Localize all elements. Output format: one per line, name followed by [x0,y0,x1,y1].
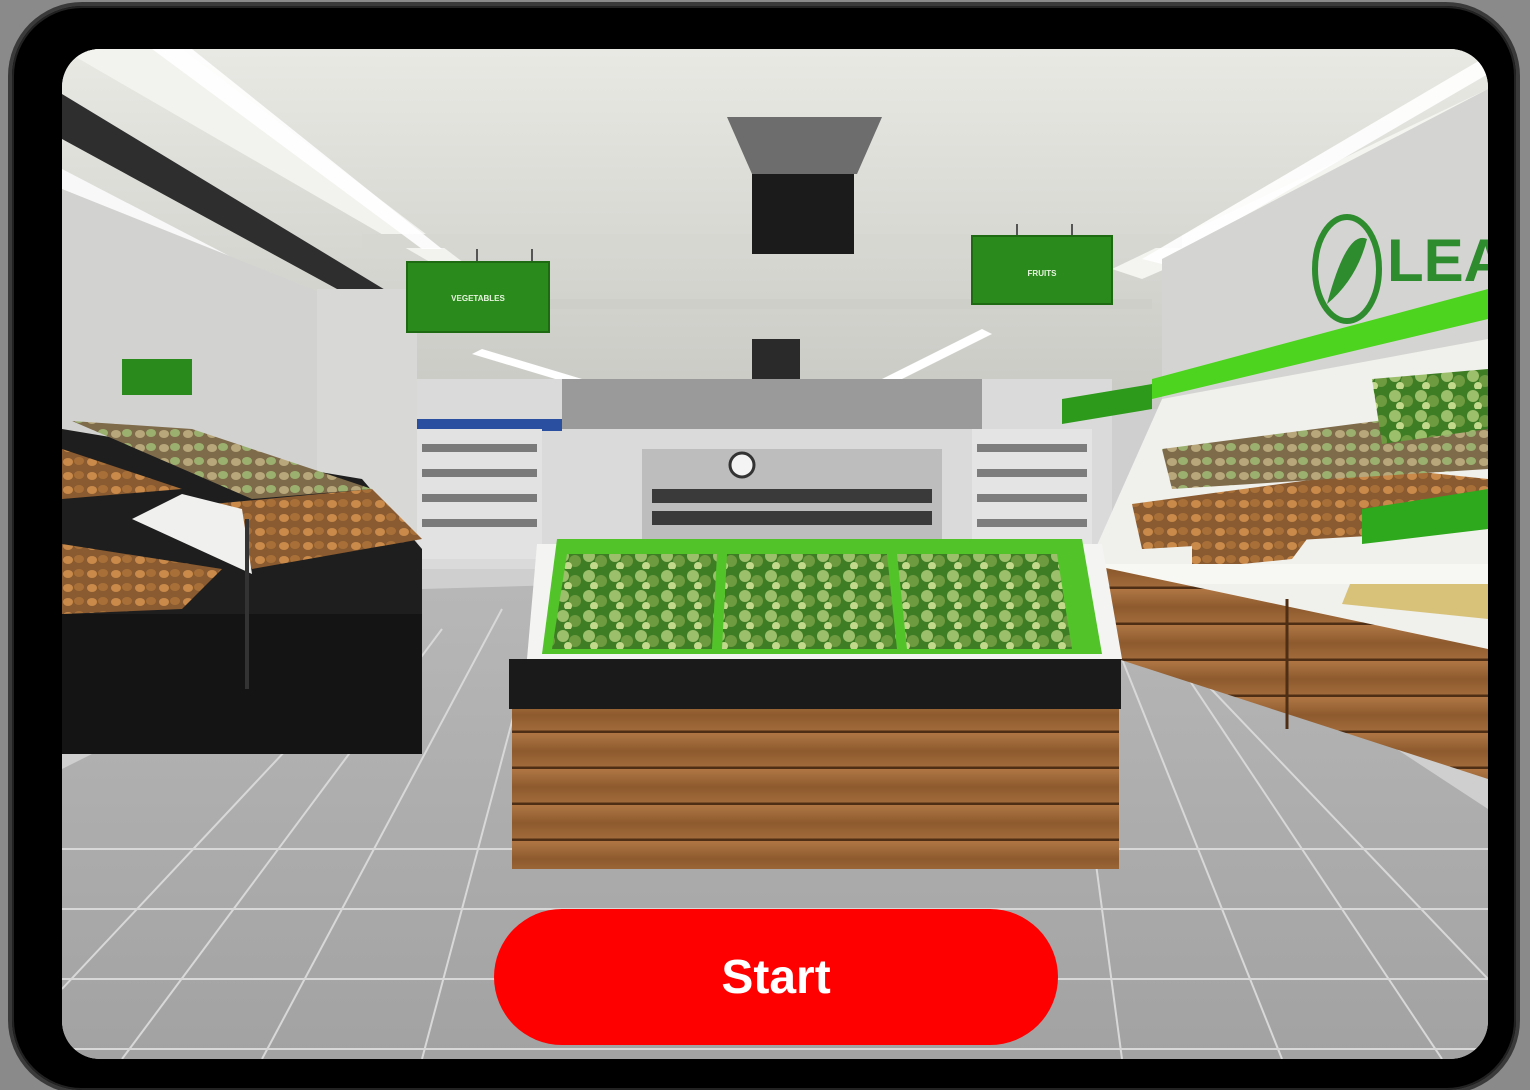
sign-vegetables-text: VEGETABLES [451,294,505,303]
sign-fruits-text: FRUITS [1028,269,1058,278]
supermarket-scene: LEA VEGETABLES FRUITS [62,49,1488,1059]
center-produce-bin [509,539,1122,869]
tablet-frame: LEA VEGETABLES FRUITS Start [12,6,1516,1090]
start-button[interactable]: Start [494,909,1058,1045]
sign-fruits: FRUITS [971,235,1113,305]
store-logo-text: LEA [1387,227,1488,294]
sign-vegetables: VEGETABLES [406,261,550,333]
game-screen: LEA VEGETABLES FRUITS Start [62,49,1488,1059]
